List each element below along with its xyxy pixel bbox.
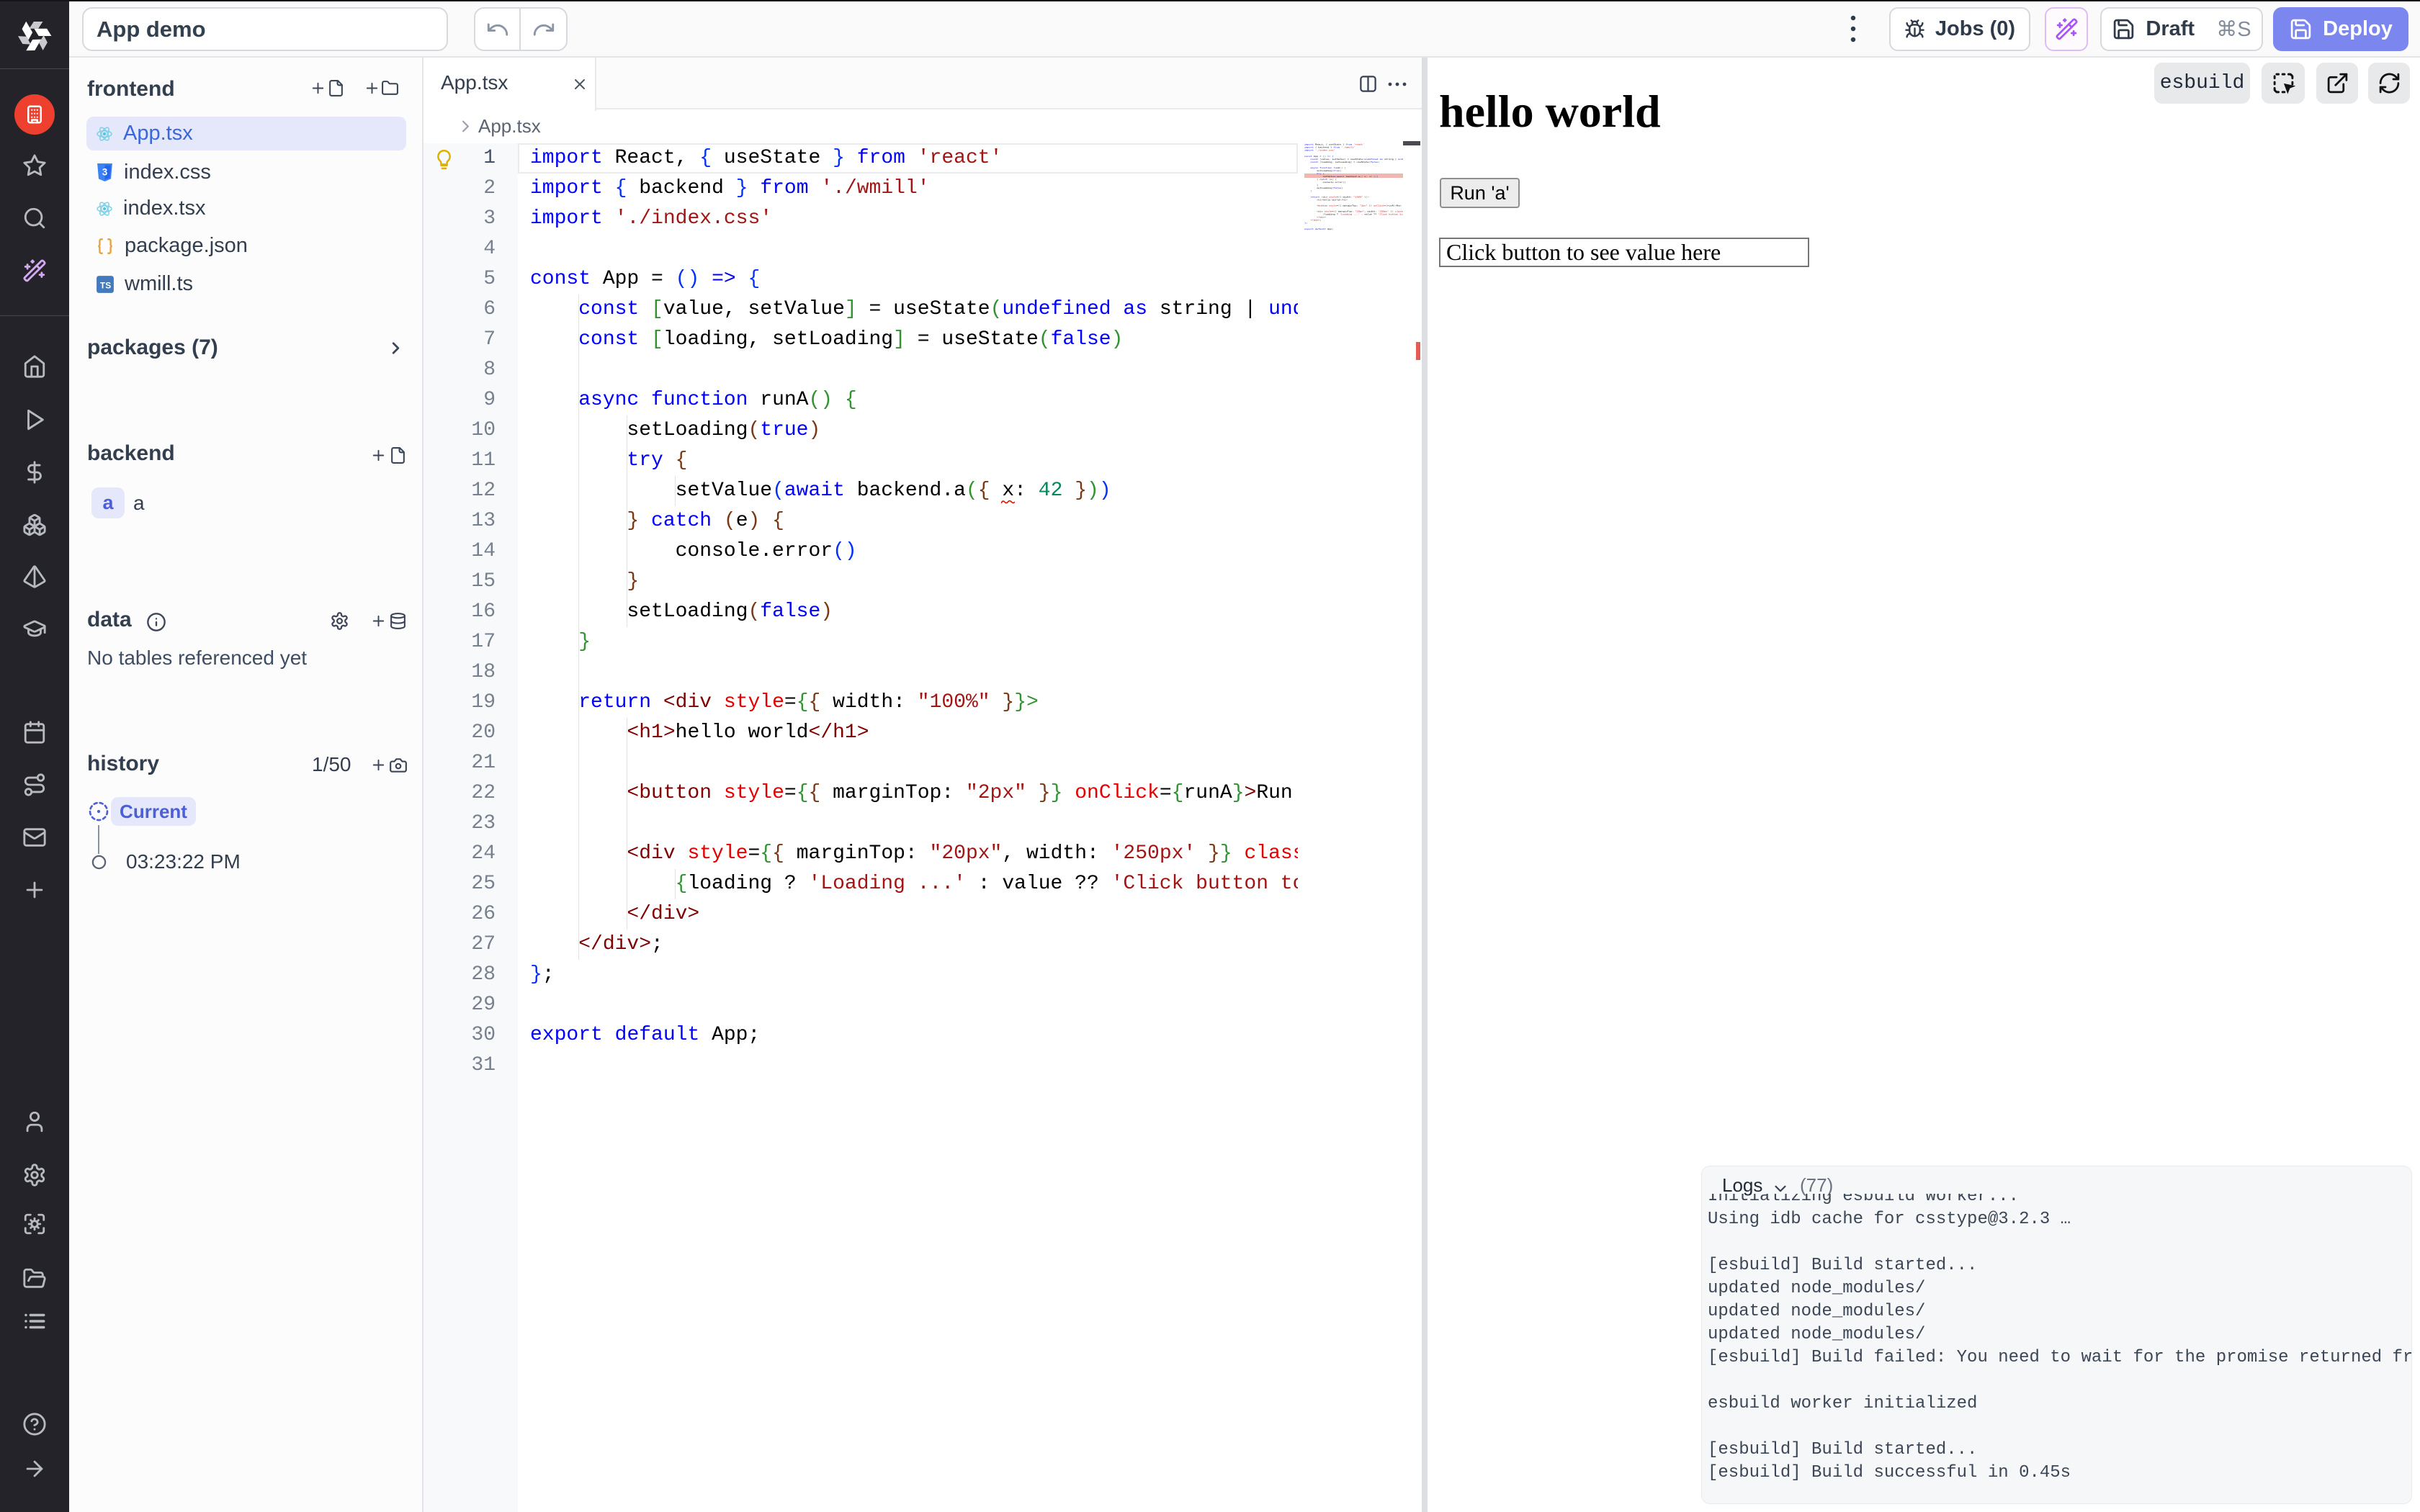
svg-text:3: 3 — [102, 167, 108, 178]
svg-text:TS: TS — [100, 280, 111, 290]
